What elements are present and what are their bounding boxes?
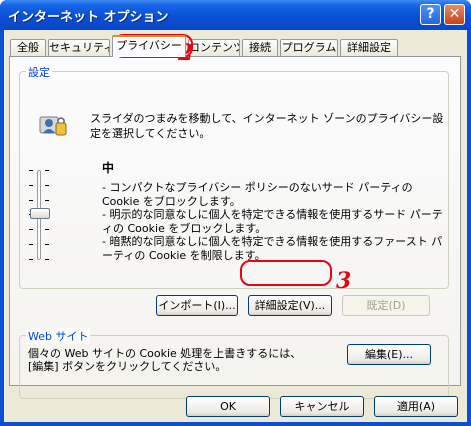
tab-advanced[interactable]: 詳細設定 [340, 39, 398, 56]
slider-tick [45, 185, 49, 186]
titlebar[interactable]: インターネット オプション ? ✕ [0, 0, 471, 30]
slider-tick [29, 259, 33, 260]
close-button[interactable]: ✕ [444, 4, 465, 25]
annotation-ring-advanced-button [240, 260, 332, 286]
slider-tick [45, 229, 49, 230]
tab-security[interactable]: セキュリティ [48, 39, 110, 56]
advanced-button[interactable]: 詳細設定(V)... [248, 295, 332, 316]
edit-button[interactable]: 編集(E)... [347, 344, 431, 365]
slider-tick [29, 170, 33, 171]
tab-privacy[interactable]: プライバシー [112, 35, 186, 57]
tab-content[interactable]: コンテンツ [188, 39, 240, 56]
settings-intro-text: スライダのつまみを移動して、インターネット ゾーンのプライバシー設定を選択してく… [90, 112, 444, 140]
slider-tick [29, 200, 33, 201]
slider-tick [29, 185, 33, 186]
website-group-label: Web サイト [26, 328, 91, 344]
slider-thumb[interactable] [30, 208, 50, 219]
apply-button[interactable]: 適用(A) [374, 396, 458, 417]
dialog-window: インターネット オプション ? ✕ 全般 セキュリティ プライバシー コンテンツ… [0, 0, 471, 426]
cancel-button[interactable]: キャンセル [280, 396, 364, 417]
tab-programs[interactable]: プログラム [280, 39, 338, 56]
website-description: 個々の Web サイトの Cookie 処理を上書きするには、 [編集] ボタン… [28, 347, 302, 373]
slider-tick [29, 229, 33, 230]
privacy-tab-panel: 設定 スライダのつまみを移動して、インターネット ゾーンのプライバシー設定を選択… [9, 56, 461, 399]
window-title: インターネット オプション [8, 10, 169, 25]
slider-tick [45, 200, 49, 201]
annotation-step-3: 3 [336, 268, 352, 294]
tab-strip: 全般 セキュリティ プライバシー コンテンツ 接続 プログラム 詳細設定 [4, 30, 467, 57]
tab-connections[interactable]: 接続 [242, 39, 278, 56]
slider-tick [45, 244, 49, 245]
slider-tick [45, 259, 49, 260]
settings-group-label: 設定 [26, 64, 52, 80]
import-button[interactable]: インポート(I)... [156, 295, 238, 316]
tab-general[interactable]: 全般 [10, 39, 46, 56]
privacy-level-description: - コンパクトなプライバシー ポリシーのないサード パーティの Cookie を… [102, 181, 443, 262]
privacy-icon [38, 109, 70, 139]
privacy-level-label: 中 [102, 161, 115, 175]
dialog-client: 全般 セキュリティ プライバシー コンテンツ 接続 プログラム 詳細設定 設定 [4, 30, 467, 422]
default-button: 既定(D) [342, 295, 430, 316]
slider-tick [45, 170, 49, 171]
slider-tick [29, 244, 33, 245]
ok-button[interactable]: OK [186, 396, 270, 417]
help-button[interactable]: ? [420, 4, 441, 25]
